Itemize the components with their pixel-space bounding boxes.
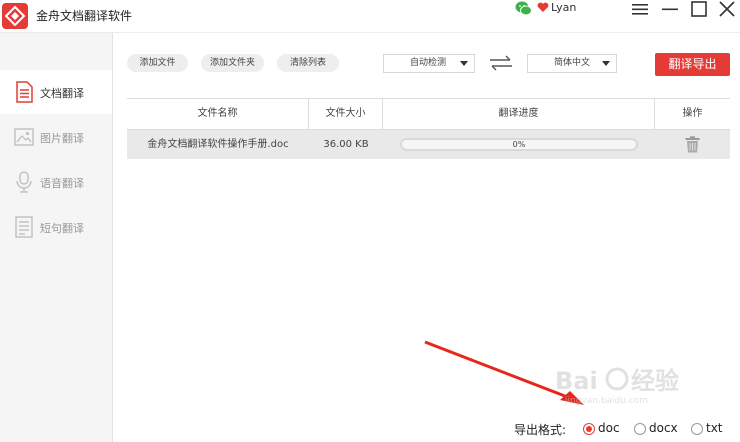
sidebar-item-label: 短句翻译 xyxy=(40,222,84,235)
radio-txt[interactable] xyxy=(691,423,703,435)
table-header: 文件名称 文件大小 翻译进度 操作 xyxy=(127,98,730,130)
file-name: 金舟文档翻译软件操作手册.doc xyxy=(147,139,289,150)
baidu-watermark-logo: Bai 经验 jingyan.baidu.com xyxy=(555,367,679,405)
clear-list-button[interactable]: 清除列表 xyxy=(277,54,339,72)
format-option-txt[interactable]: txt xyxy=(691,421,731,437)
actions-cell xyxy=(655,130,730,159)
translate-export-button[interactable]: 翻译导出 xyxy=(655,53,730,76)
source-language-value: 自动检测 xyxy=(410,58,447,68)
target-language-select[interactable]: 简体中文 xyxy=(527,54,617,73)
trash-icon[interactable] xyxy=(685,136,700,153)
column-header-actions: 操作 xyxy=(682,108,703,119)
text-lines-icon xyxy=(15,216,33,238)
sidebar: 文档翻译 图片翻译 语音翻译 短句翻译 xyxy=(0,33,113,442)
column-header-size: 文件大小 xyxy=(309,99,383,129)
sidebar-item-label: 文档翻译 xyxy=(40,87,84,100)
target-language-value: 简体中文 xyxy=(554,58,591,68)
chevron-down-icon xyxy=(602,61,610,66)
svg-text:经验: 经验 xyxy=(631,367,679,395)
add-file-button[interactable]: 添加文件 xyxy=(127,54,188,72)
progress-bar: 0% xyxy=(400,138,638,151)
progress-text: 0% xyxy=(512,140,526,149)
sidebar-item-label: 图片翻译 xyxy=(40,132,84,145)
radio-label-docx: docx xyxy=(649,421,678,435)
sidebar-item-label: 语音翻译 xyxy=(40,177,84,190)
swap-languages-icon[interactable] xyxy=(488,55,514,71)
column-header-name: 文件名称 xyxy=(127,99,309,129)
minimize-icon[interactable] xyxy=(660,0,680,18)
title-bar: 金舟文档翻译软件 Lyan xyxy=(0,0,740,33)
sidebar-item-voice-translate[interactable]: 语音翻译 xyxy=(0,160,112,204)
chevron-down-icon xyxy=(460,61,468,66)
progress-cell: 0% xyxy=(383,130,655,159)
svg-text:jingyan.baidu.com: jingyan.baidu.com xyxy=(564,396,648,405)
format-option-docx[interactable]: docx xyxy=(634,421,682,437)
document-icon xyxy=(16,81,33,103)
file-size: 36.00 KB xyxy=(323,139,369,150)
user-name[interactable]: Lyan xyxy=(551,1,576,14)
svg-text:Bai: Bai xyxy=(555,367,598,395)
menu-icon[interactable] xyxy=(630,0,650,18)
microphone-icon xyxy=(16,171,32,193)
export-format-label: 导出格式: xyxy=(514,423,567,437)
vip-heart-icon xyxy=(537,2,549,13)
radio-docx[interactable] xyxy=(634,423,646,435)
app-logo xyxy=(2,3,28,29)
format-option-doc[interactable]: doc xyxy=(583,421,623,437)
sidebar-item-sentence-translate[interactable]: 短句翻译 xyxy=(0,205,112,249)
radio-label-txt: txt xyxy=(706,421,723,435)
sidebar-item-image-translate[interactable]: 图片翻译 xyxy=(0,115,112,159)
column-header-progress: 翻译进度 xyxy=(383,99,655,129)
radio-doc[interactable] xyxy=(583,423,595,435)
add-folder-button[interactable]: 添加文件夹 xyxy=(201,54,264,72)
wechat-icon[interactable] xyxy=(515,1,532,16)
close-icon[interactable] xyxy=(717,0,737,18)
source-language-select[interactable]: 自动检测 xyxy=(383,54,475,73)
image-icon xyxy=(14,128,34,146)
sidebar-item-document-translate[interactable]: 文档翻译 xyxy=(0,70,112,114)
app-title: 金舟文档翻译软件 xyxy=(36,9,133,23)
maximize-icon[interactable] xyxy=(689,0,709,18)
table-row[interactable]: 金舟文档翻译软件操作手册.doc 36.00 KB 0% xyxy=(127,130,730,159)
radio-label-doc: doc xyxy=(598,421,620,435)
